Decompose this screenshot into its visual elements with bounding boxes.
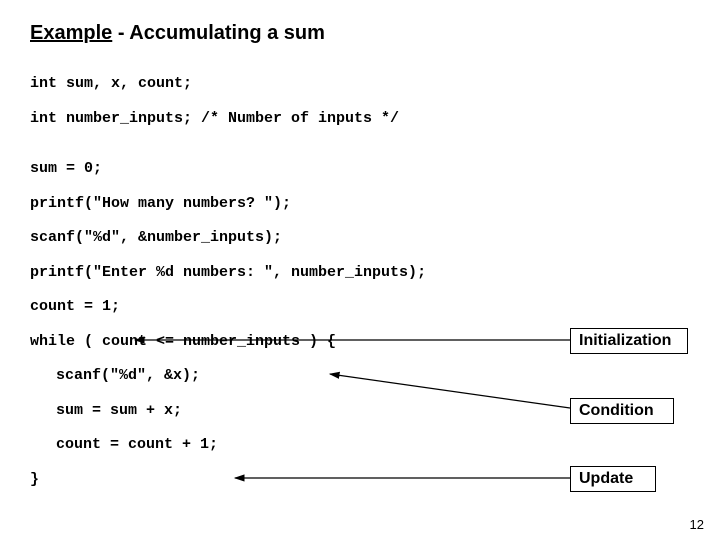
callout-update: Update [570,466,656,492]
slide-page: Example - Accumulating a sum int sum, x,… [0,0,720,540]
callout-initialization: Initialization [570,328,688,354]
code-line-decl1: int sum, x, count; [30,73,690,96]
code-line-countinit: count = 1; [30,296,690,319]
code-line-decl2: int number_inputs; /* Number of inputs *… [30,108,690,131]
code-line-scanf2: scanf("%d", &x); [30,365,690,388]
code-line-printf2: printf("Enter %d numbers: ", number_inpu… [30,262,690,285]
callout-condition: Condition [570,398,674,424]
code-line-countinc: count = count + 1; [30,434,690,457]
code-line-printf1: printf("How many numbers? "); [30,193,690,216]
title-underlined-part: Example [30,22,112,44]
page-number: 12 [690,517,704,532]
title-rest-part: - Accumulating a sum [112,22,325,44]
page-title: Example - Accumulating a sum [30,22,690,45]
code-line-suminit: sum = 0; [30,158,690,181]
code-block: int sum, x, count; int number_inputs; /*… [30,73,690,491]
code-line-scanf1: scanf("%d", &number_inputs); [30,227,690,250]
